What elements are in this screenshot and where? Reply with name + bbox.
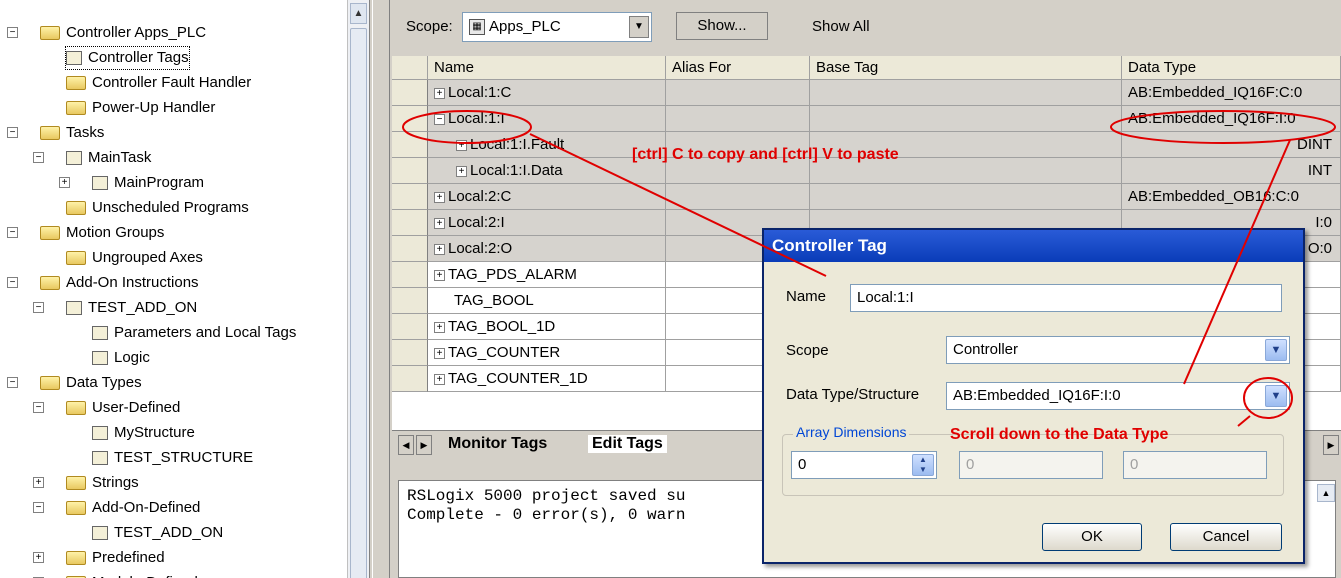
scroll-arrow-line <box>1237 415 1251 427</box>
dropdown-highlight-ellipse <box>1243 377 1293 419</box>
paste-arrow-line <box>1183 139 1291 385</box>
datatype-highlight-ellipse <box>1110 110 1336 144</box>
copy-arrow-line <box>529 133 827 277</box>
name-highlight-ellipse <box>402 110 532 144</box>
annotation-overlay <box>402 110 1336 427</box>
